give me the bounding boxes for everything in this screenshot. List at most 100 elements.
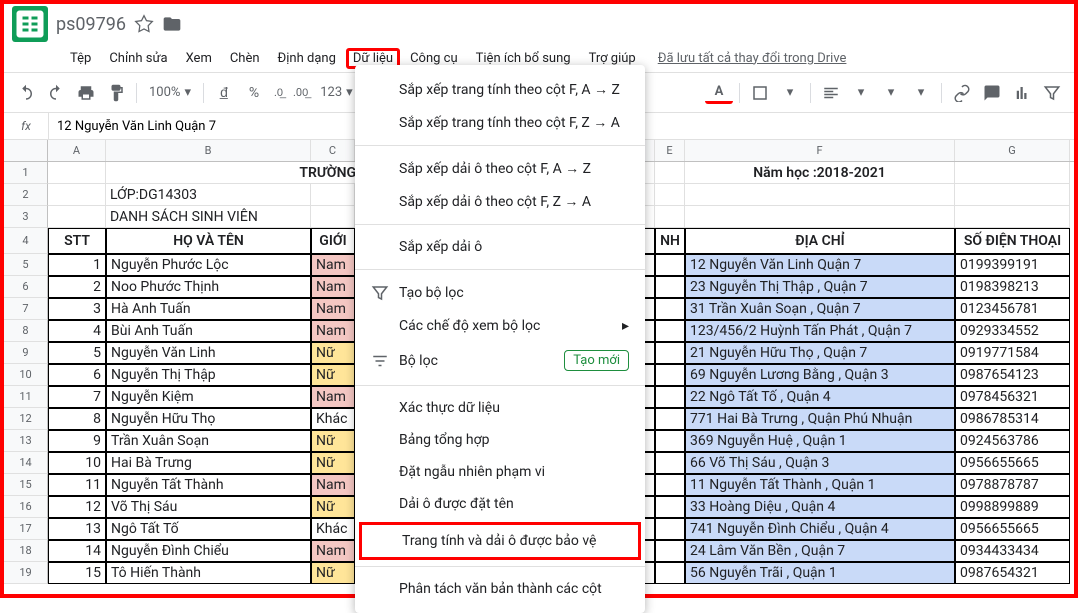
cell[interactable]: 8 bbox=[48, 408, 106, 430]
create-new-button[interactable]: Tạo mới bbox=[564, 350, 629, 371]
cell[interactable]: Hai Bà Trưng bbox=[106, 452, 311, 474]
cell[interactable]: 0987654123 bbox=[955, 364, 1070, 386]
row-header[interactable]: 15 bbox=[4, 474, 48, 496]
cell[interactable]: 0934433434 bbox=[955, 540, 1070, 562]
cell[interactable] bbox=[48, 206, 106, 228]
cell[interactable]: 9 bbox=[48, 430, 106, 452]
saved-message[interactable]: Đã lưu tất cả thay đổi trong Drive bbox=[658, 51, 847, 66]
currency-button[interactable]: đ̲ bbox=[210, 79, 238, 107]
row-header[interactable]: 4 bbox=[4, 228, 48, 254]
cell[interactable]: 56 Nguyễn Trãi , Quận 1 bbox=[685, 562, 955, 584]
row-header[interactable]: 16 bbox=[4, 496, 48, 518]
cell[interactable]: Nguyễn Đình Chiểu bbox=[106, 540, 311, 562]
cell[interactable] bbox=[655, 298, 685, 320]
col-header-b[interactable]: B bbox=[106, 140, 311, 161]
cell[interactable]: Nam bbox=[311, 320, 355, 342]
cell[interactable]: 66 Võ Thị Sáu , Quận 3 bbox=[685, 452, 955, 474]
print-button[interactable] bbox=[72, 79, 100, 107]
cell[interactable]: 6 bbox=[48, 364, 106, 386]
cell[interactable]: Võ Thị Sáu bbox=[106, 496, 311, 518]
cell[interactable]: GIỚI bbox=[311, 228, 355, 254]
filter-views[interactable]: Các chế độ xem bộ lọc ▸ bbox=[355, 310, 645, 342]
cell[interactable] bbox=[685, 206, 955, 228]
cell[interactable]: 4 bbox=[48, 320, 106, 342]
cell[interactable]: 0929334552 bbox=[955, 320, 1070, 342]
cell[interactable]: Nữ bbox=[311, 364, 355, 386]
cell[interactable]: Nữ bbox=[311, 496, 355, 518]
cell[interactable]: 5 bbox=[48, 342, 106, 364]
cell[interactable]: 33 Hoàng Diệu , Quận 4 bbox=[685, 496, 955, 518]
cell[interactable] bbox=[655, 408, 685, 430]
sort-sheet-za[interactable]: Sắp xếp trang tính theo cột F, Z → A bbox=[355, 106, 645, 139]
chart-button[interactable] bbox=[1008, 79, 1036, 107]
menu-view[interactable]: Xem bbox=[178, 47, 220, 70]
cell[interactable]: NH bbox=[655, 228, 685, 254]
cell[interactable]: Khác bbox=[311, 408, 355, 430]
number-format-dropdown[interactable]: 123▾ bbox=[314, 85, 358, 100]
menu-edit[interactable]: Chỉnh sửa bbox=[101, 47, 175, 70]
cell[interactable]: Nguyễn Phước Lộc bbox=[106, 254, 311, 276]
cell[interactable] bbox=[655, 342, 685, 364]
cell[interactable] bbox=[655, 518, 685, 540]
cell[interactable]: 0978878787 bbox=[955, 474, 1070, 496]
menu-file[interactable]: Tệp bbox=[62, 47, 99, 70]
cell[interactable]: 12 bbox=[48, 496, 106, 518]
cell[interactable]: 0956655665 bbox=[955, 452, 1070, 474]
row-header[interactable]: 19 bbox=[4, 562, 48, 584]
cell[interactable]: Nguyễn Kiệm bbox=[106, 386, 311, 408]
row-header[interactable]: 7 bbox=[4, 298, 48, 320]
row-header[interactable]: 9 bbox=[4, 342, 48, 364]
cell[interactable]: 0198398213 bbox=[955, 276, 1070, 298]
data-validation[interactable]: Xác thực dữ liệu bbox=[355, 392, 645, 424]
menu-format[interactable]: Định dạng bbox=[270, 47, 344, 70]
cell[interactable]: Nữ bbox=[311, 562, 355, 584]
cell[interactable]: 14 bbox=[48, 540, 106, 562]
cell[interactable]: STT bbox=[48, 228, 106, 254]
document-title[interactable]: ps09796 bbox=[56, 14, 126, 35]
cell[interactable]: 741 Nguyễn Đình Chiểu , Quận 4 bbox=[685, 518, 955, 540]
increase-decimal-button[interactable]: .00̲ bbox=[289, 79, 312, 107]
col-header-e[interactable]: E bbox=[655, 140, 685, 161]
col-header-a[interactable]: A bbox=[48, 140, 106, 161]
row-header[interactable]: 2 bbox=[4, 184, 48, 206]
cell[interactable]: 23 Nguyễn Thị Thập , Quận 7 bbox=[685, 276, 955, 298]
cell[interactable]: Năm học :2018-2021 bbox=[685, 162, 955, 184]
rotate-button[interactable]: ▾ bbox=[907, 79, 935, 107]
col-header-f[interactable]: F bbox=[685, 140, 955, 161]
cell[interactable]: SỐ ĐIỆN THOẠI bbox=[955, 228, 1070, 254]
cell[interactable] bbox=[955, 162, 1070, 184]
zoom-dropdown[interactable]: 100%▾ bbox=[143, 85, 197, 100]
col-header-c[interactable]: C bbox=[311, 140, 355, 161]
align-button[interactable] bbox=[817, 79, 845, 107]
split-text-columns[interactable]: Phân tách văn bản thành các cột bbox=[355, 573, 645, 605]
cell[interactable]: DANH SÁCH SINH VIÊN bbox=[106, 206, 311, 228]
percent-button[interactable]: % bbox=[240, 79, 268, 107]
cell[interactable]: Bùi Anh Tuấn bbox=[106, 320, 311, 342]
cell[interactable]: Trần Xuân Soạn bbox=[106, 430, 311, 452]
named-ranges[interactable]: Dải ô được đặt tên bbox=[355, 488, 645, 520]
borders-button[interactable] bbox=[746, 79, 774, 107]
cell[interactable] bbox=[655, 474, 685, 496]
cell[interactable] bbox=[655, 206, 685, 228]
cell[interactable]: 3 bbox=[48, 298, 106, 320]
cell[interactable]: 0998899889 bbox=[955, 496, 1070, 518]
cell[interactable] bbox=[311, 184, 355, 206]
folder-icon[interactable] bbox=[162, 14, 182, 34]
valign-button[interactable]: ▾ bbox=[847, 79, 875, 107]
cell[interactable]: Nam bbox=[311, 474, 355, 496]
cell[interactable] bbox=[685, 184, 955, 206]
cell[interactable] bbox=[655, 540, 685, 562]
menu-insert[interactable]: Chèn bbox=[222, 47, 268, 70]
cell[interactable] bbox=[655, 364, 685, 386]
row-header[interactable]: 5 bbox=[4, 254, 48, 276]
create-filter[interactable]: Tạo bộ lọc bbox=[355, 276, 645, 310]
protected-sheets-ranges[interactable]: Trang tính và dải ô được bảo vệ bbox=[359, 522, 641, 560]
cell[interactable]: Nữ bbox=[311, 342, 355, 364]
row-header[interactable]: 10 bbox=[4, 364, 48, 386]
cell[interactable]: HỌ VÀ TÊN bbox=[106, 228, 311, 254]
merge-cells-button[interactable]: ▾ bbox=[776, 79, 804, 107]
sheets-logo-icon[interactable] bbox=[12, 6, 48, 42]
cell[interactable] bbox=[48, 162, 106, 184]
cell[interactable]: LỚP:DG14303 bbox=[106, 184, 311, 206]
cell[interactable]: 21 Nguyễn Hữu Thọ , Quận 7 bbox=[685, 342, 955, 364]
